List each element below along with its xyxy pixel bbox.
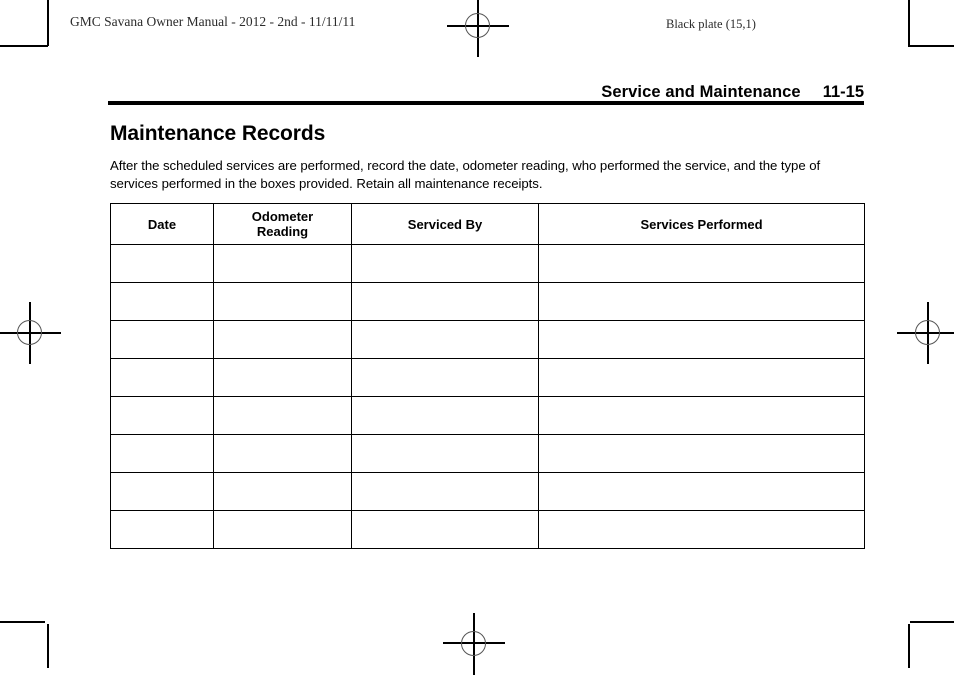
column-header-date-label: Date [147, 216, 177, 232]
column-header-services-performed: Services Performed [538, 203, 865, 245]
corner-crop-mark-top-left-horizontal [0, 45, 48, 47]
cell-services-performed[interactable] [538, 282, 865, 321]
column-header-serviced-by: Serviced By [351, 203, 539, 245]
cell-date[interactable] [110, 282, 214, 321]
column-header-serviced-by-label: Serviced By [407, 216, 483, 232]
corner-crop-mark-top-left-vertical [47, 0, 49, 46]
cell-date[interactable] [110, 244, 214, 283]
table-header-row: Date Odometer Reading Serviced By Servic… [110, 203, 865, 245]
cell-serviced-by[interactable] [351, 396, 539, 435]
table-row [110, 358, 865, 397]
cell-services-performed[interactable] [538, 472, 865, 511]
cell-services-performed[interactable] [538, 244, 865, 283]
cell-services-performed[interactable] [538, 320, 865, 359]
cell-serviced-by[interactable] [351, 510, 539, 549]
cell-serviced-by[interactable] [351, 244, 539, 283]
registration-crosshair-icon-right [897, 302, 954, 364]
cell-date[interactable] [110, 320, 214, 359]
cell-serviced-by[interactable] [351, 472, 539, 511]
cell-odometer[interactable] [213, 472, 352, 511]
cell-odometer[interactable] [213, 396, 352, 435]
cell-date[interactable] [110, 396, 214, 435]
table-body [110, 244, 865, 549]
cell-services-performed[interactable] [538, 396, 865, 435]
cell-odometer[interactable] [213, 282, 352, 321]
corner-crop-mark-bottom-left-vertical [47, 624, 49, 668]
cell-serviced-by[interactable] [351, 434, 539, 473]
plate-identifier: Black plate (15,1) [666, 17, 756, 31]
cell-odometer[interactable] [213, 320, 352, 359]
table-row [110, 434, 865, 473]
cell-services-performed[interactable] [538, 434, 865, 473]
corner-crop-mark-bottom-left-horizontal [0, 621, 45, 623]
section-divider-rule [108, 101, 864, 105]
corner-crop-mark-top-right-vertical [908, 0, 910, 46]
page-header: GMC Savana Owner Manual - 2012 - 2nd - 1… [70, 14, 884, 34]
registration-crosshair-icon-left [0, 302, 61, 364]
page-title: Maintenance Records [110, 122, 326, 145]
page-number: 11-15 [822, 83, 864, 101]
table-row [110, 244, 865, 283]
table-row [110, 282, 865, 321]
table-row [110, 510, 865, 549]
column-header-odometer-label-line2: Reading [256, 224, 309, 239]
column-header-date: Date [110, 203, 214, 245]
column-header-odometer-reading: Odometer Reading [213, 203, 352, 245]
column-header-services-performed-label: Services Performed [640, 216, 763, 232]
cell-odometer[interactable] [213, 510, 352, 549]
intro-paragraph: After the scheduled services are perform… [110, 158, 821, 191]
cell-serviced-by[interactable] [351, 358, 539, 397]
cell-serviced-by[interactable] [351, 320, 539, 359]
cell-odometer[interactable] [213, 434, 352, 473]
cell-date[interactable] [110, 434, 214, 473]
corner-crop-mark-bottom-right-vertical [908, 624, 910, 668]
cell-serviced-by[interactable] [351, 282, 539, 321]
registration-crosshair-icon-bottom [443, 613, 505, 675]
cell-date[interactable] [110, 510, 214, 549]
document-identifier: GMC Savana Owner Manual - 2012 - 2nd - 1… [70, 14, 356, 29]
cell-odometer[interactable] [213, 244, 352, 283]
table-row [110, 396, 865, 435]
cell-services-performed[interactable] [538, 358, 865, 397]
main-content: Maintenance Records After the scheduled … [110, 122, 865, 549]
maintenance-records-table: Date Odometer Reading Serviced By Servic… [110, 203, 865, 549]
table-row [110, 472, 865, 511]
corner-crop-mark-bottom-right-horizontal [910, 621, 954, 623]
cell-date[interactable] [110, 358, 214, 397]
cell-odometer[interactable] [213, 358, 352, 397]
corner-crop-mark-top-right-horizontal [908, 45, 954, 47]
cell-services-performed[interactable] [538, 510, 865, 549]
table-row [110, 320, 865, 359]
column-header-odometer-label-line1: Odometer [251, 209, 314, 224]
section-title: Service and Maintenance [601, 83, 801, 101]
cell-date[interactable] [110, 472, 214, 511]
